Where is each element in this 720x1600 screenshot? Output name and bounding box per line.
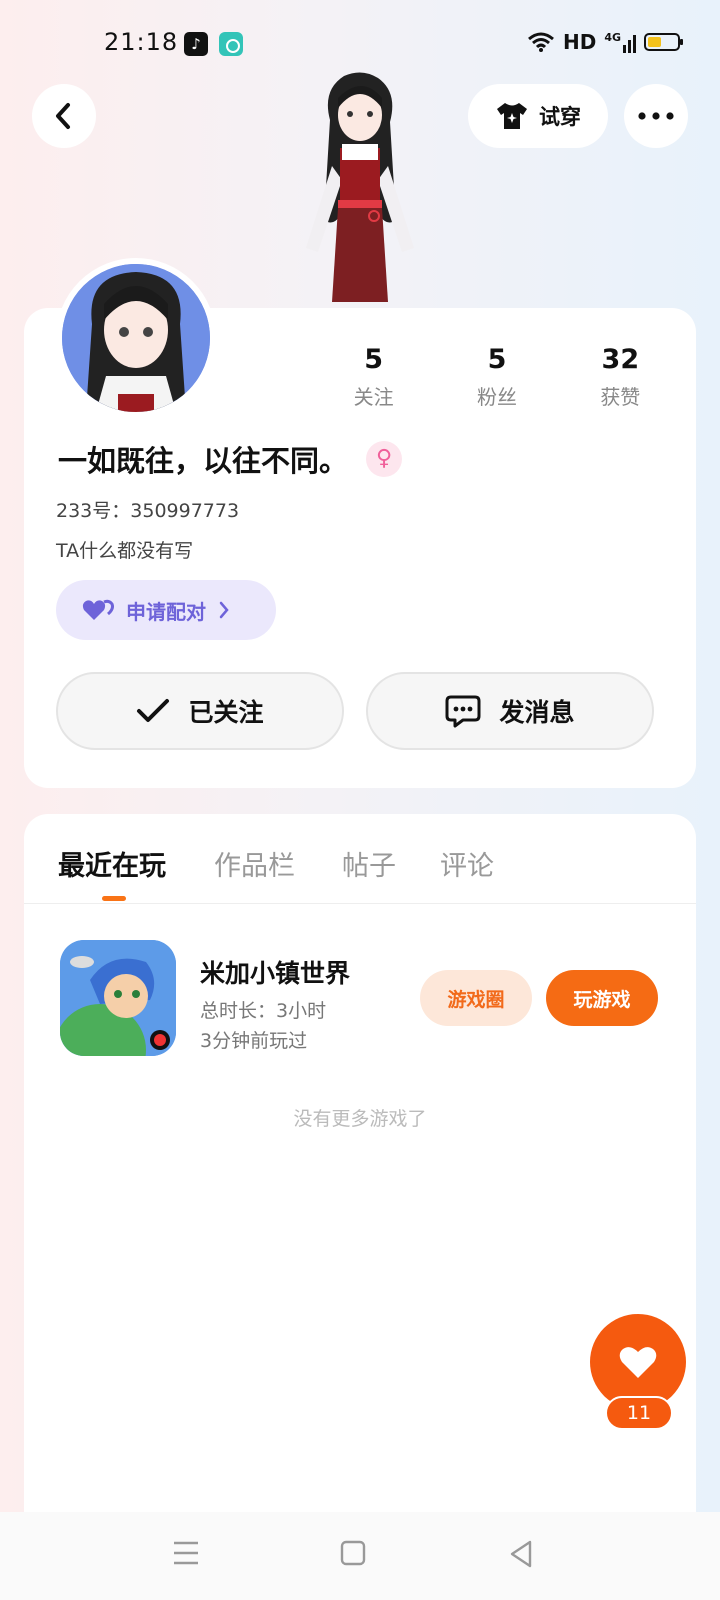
chevron-left-icon [56,103,70,129]
game-last-played: 3分钟前玩过 [200,1030,308,1052]
empty-list-text: 没有更多游戏了 [293,1108,427,1130]
followed-label: 已关注 [188,698,264,727]
tab-indicator [102,896,126,901]
stat-value: 32 [601,344,640,375]
tiktok-notification-icon: ♪ [184,32,208,56]
heart-pair-icon [82,599,114,620]
nickname-text: 一如既往，以往不同。 [58,444,349,478]
avatar[interactable] [56,258,216,418]
heart-icon [619,1347,657,1378]
stat-label: 获赞 [600,385,641,409]
message-icon [445,695,481,728]
stat-label: 关注 [353,385,394,409]
stats-row: 5 关注 5 粉丝 32 获赞 [312,344,682,410]
game-icon-image [60,940,176,1056]
stat-value: 5 [364,344,384,375]
signal-icon: 4G [604,31,636,53]
network-label: HD [562,30,597,54]
more-button[interactable] [624,84,688,148]
send-message-button[interactable]: 发消息 [366,672,654,750]
status-time: 21:18 [104,28,179,56]
battery-fill [648,37,661,47]
tab-posts[interactable]: 帖子 [342,844,396,883]
tab-comments[interactable]: 评论 [440,844,494,883]
check-icon [137,699,170,722]
system-nav-bar [0,1512,720,1600]
menu-icon[interactable] [172,1540,200,1566]
stat-value: 5 [487,344,507,375]
battery-icon [644,33,683,51]
bio: TA什么都没有写 [56,540,194,562]
signal-label: 4G [604,31,621,44]
try-on-label: 试穿 [539,105,581,129]
try-on-button[interactable]: 试穿 [468,84,608,148]
tab-bar: 最近在玩 作品栏 帖子 评论 [24,814,696,904]
female-icon: ♀ [366,441,403,477]
chevron-right-icon [219,601,229,619]
tab-works[interactable]: 作品栏 [214,844,295,883]
game-title: 米加小镇世界 [200,959,351,988]
tshirt-icon [497,103,527,129]
avatar-image [62,264,210,412]
back-nav-icon[interactable] [508,1540,534,1568]
followed-button[interactable]: 已关注 [56,672,344,750]
app-notification-icon [219,32,243,56]
avatar-full-body-image [306,72,414,302]
wifi-icon [528,32,554,52]
status-indicators: HD 4G [527,30,683,54]
content-card: 最近在玩 作品栏 帖子 评论 米加小镇世界 总时长：3小时 3分钟前玩过 游戏圈… [24,814,696,1534]
back-button[interactable] [32,84,96,148]
stat-followers[interactable]: 5 粉丝 [435,344,558,410]
stat-label: 粉丝 [476,385,517,409]
play-game-button[interactable]: 玩游戏 [546,970,658,1026]
nickname: 一如既往，以往不同。 ♀ [58,438,403,480]
request-pair-label: 申请配对 [126,599,206,624]
game-circle-button[interactable]: 游戏圈 [420,970,532,1026]
more-icon [638,112,674,120]
stat-following[interactable]: 5 关注 [312,344,435,410]
game-duration: 总时长：3小时 [200,1000,327,1022]
like-count: 11 [605,1396,673,1430]
user-id: 233号：350997773 [56,500,240,522]
home-icon[interactable] [340,1540,366,1566]
tab-recently-played[interactable]: 最近在玩 [58,844,166,883]
request-pair-button[interactable]: 申请配对 [56,580,276,640]
game-icon[interactable] [60,940,176,1056]
send-message-label: 发消息 [499,698,575,727]
stat-likes[interactable]: 32 获赞 [559,344,682,410]
game-row[interactable]: 米加小镇世界 总时长：3小时 3分钟前玩过 游戏圈 玩游戏 [60,940,660,1060]
